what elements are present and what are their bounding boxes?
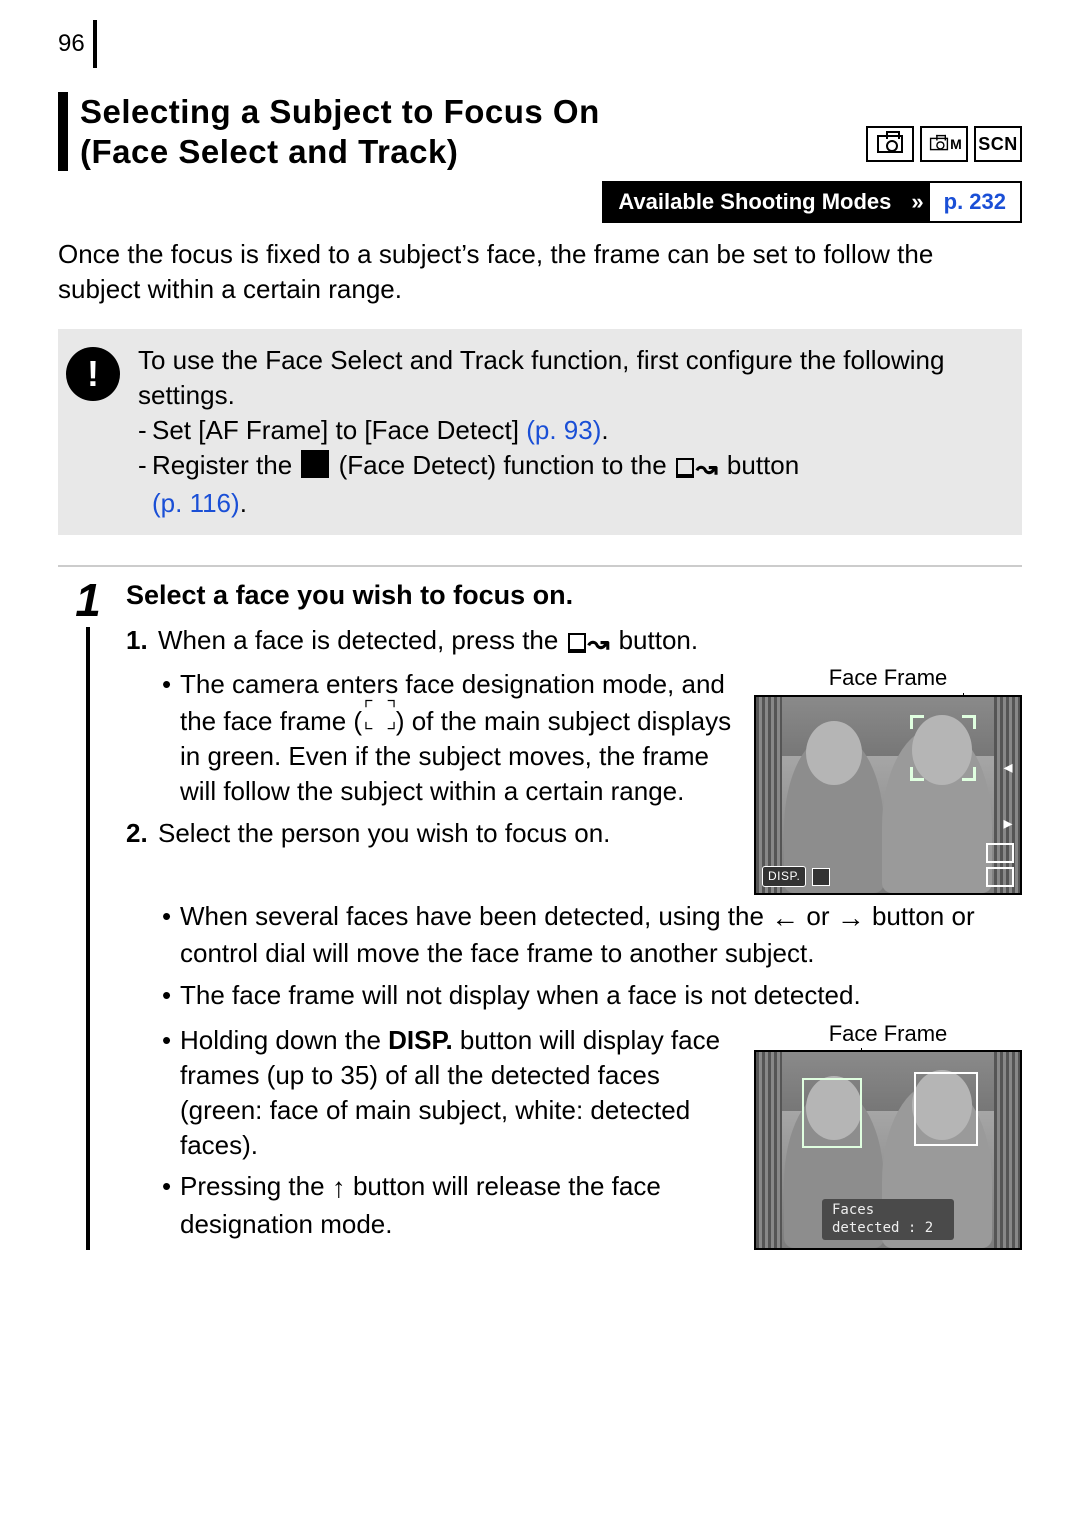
mode-icon-row: M SCN [866, 126, 1022, 162]
left-arrow-icon: ◂ [1000, 759, 1016, 775]
available-modes-page-ref[interactable]: p. 232 [930, 183, 1020, 221]
mode-icon-camera [866, 126, 914, 162]
figure-1: Face Frame ◂ ▸ DISP [754, 663, 1022, 895]
face-frame-icon: ⌜ ⌝⌞ ⌟ [362, 702, 396, 728]
note-dash-1: - Set [AF Frame] to [Face Detect] (p. 93… [138, 413, 1004, 448]
print-share-icon [676, 451, 718, 486]
right-arrow-icon: → [837, 902, 865, 933]
bullet-text: Pressing the ↑ button will release the f… [180, 1169, 736, 1242]
mode-icon-camera-m: M [920, 126, 968, 162]
page-header: 96 [58, 20, 1022, 68]
step-number: 1 [75, 577, 101, 623]
step-title: Select a face you wish to focus on. [126, 577, 1022, 613]
exclamation-icon: ! [66, 347, 120, 401]
intro-paragraph: Once the focus is fixed to a subject’s f… [58, 237, 1022, 307]
bullet-text: Holding down the DISP. button will displ… [180, 1023, 736, 1163]
face-frame-overlay-icon [910, 715, 976, 781]
substep-text: Select the person you wish to focus on. [158, 816, 736, 851]
heading-accent-bar [58, 92, 68, 171]
bullet: • Holding down the DISP. button will dis… [162, 1023, 736, 1163]
figure-2: Face Frame Faces detected : 2 [754, 1019, 1022, 1251]
face-chip-icon [812, 868, 830, 886]
print-share-icon [568, 626, 610, 661]
step-vertical-rule [86, 627, 90, 1250]
divider [58, 565, 1022, 567]
face-rect-secondary-icon [914, 1072, 978, 1146]
step-body: Select a face you wish to focus on. 1. W… [118, 577, 1022, 1250]
page-number: 96 [58, 28, 85, 60]
substep-number: 1. [126, 623, 158, 661]
faces-detected-status: Faces detected : 2 [822, 1199, 954, 1241]
bullet-row-1: • The camera enters face designation mod… [126, 663, 1022, 895]
available-modes-label: Available Shooting Modes [604, 183, 905, 221]
note-box: ! To use the Face Select and Track funct… [58, 329, 1022, 535]
page-ref-link[interactable]: (p. 116) [152, 488, 240, 518]
available-modes-bar: Available Shooting Modes » p. 232 [58, 181, 1022, 223]
camera-icon [930, 138, 948, 151]
substep-1: 1. When a face is detected, press the bu… [126, 623, 1022, 661]
nav-overlay-icons: ◂ ▸ [1000, 759, 1016, 831]
substep-number: 2. [126, 816, 158, 851]
chevron-right-icon: » [905, 183, 929, 221]
section-heading: Selecting a Subject to Focus On (Face Se… [58, 92, 1022, 171]
substep-2: 2. Select the person you wish to focus o… [126, 816, 736, 851]
figure-image: ◂ ▸ DISP. [754, 695, 1022, 895]
substep-text: When a face is detected, press the butto… [158, 623, 1022, 661]
corner-overlay-icons [986, 843, 1014, 887]
figure-label: Face Frame [754, 1019, 1022, 1049]
bullet-row-4: • Holding down the DISP. button will dis… [126, 1019, 1022, 1251]
figure-label: Face Frame [754, 663, 1022, 693]
disp-badge-icon: DISP. [762, 866, 806, 886]
note-dash-2: - Register the (Face Detect) function to… [138, 448, 1004, 521]
bullet-text: The camera enters face designation mode,… [180, 667, 736, 810]
mode-icon-scn: SCN [974, 126, 1022, 162]
left-arrow-icon: ← [771, 902, 799, 933]
face-rect-main-icon [802, 1078, 862, 1148]
bullet: • Pressing the ↑ button will release the… [162, 1169, 736, 1242]
disp-overlay: DISP. [762, 866, 830, 886]
bullet: • The face frame will not display when a… [162, 978, 1022, 1013]
bullet-text: The face frame will not display when a f… [180, 978, 1022, 1013]
bullet-text: When several faces have been detected, u… [180, 899, 1022, 972]
step-1: 1 Select a face you wish to focus on. 1.… [58, 577, 1022, 1250]
page-ref-link[interactable]: (p. 93) [526, 415, 601, 445]
face-detect-icon [301, 450, 329, 478]
note-body: To use the Face Select and Track functio… [138, 343, 1004, 521]
note-lead: To use the Face Select and Track functio… [138, 343, 1004, 413]
up-arrow-icon: ↑ [332, 1172, 346, 1203]
bullet: • When several faces have been detected,… [162, 899, 1022, 972]
page-number-rule [93, 20, 97, 68]
bullet: • The camera enters face designation mod… [162, 667, 736, 810]
camera-icon [877, 135, 903, 153]
figure-image: Faces detected : 2 [754, 1050, 1022, 1250]
step-gutter: 1 [58, 577, 118, 1250]
right-arrow-icon: ▸ [1000, 815, 1016, 831]
